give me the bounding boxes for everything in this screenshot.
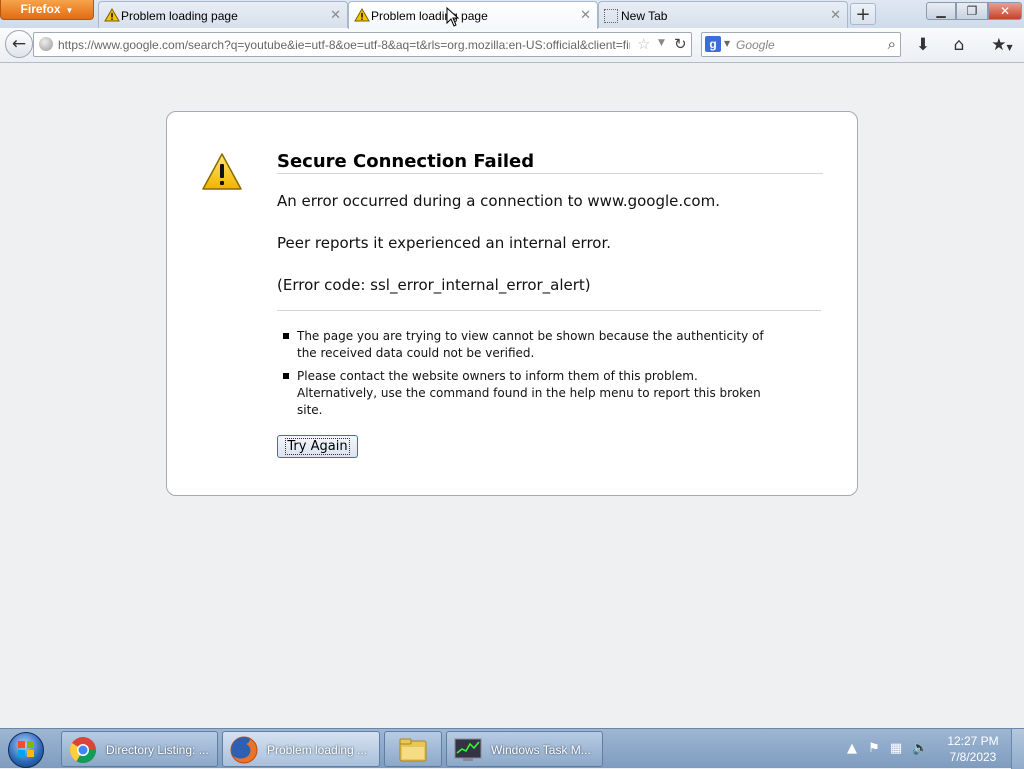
error-panel: Secure Connection Failed An error occurr… bbox=[166, 111, 858, 496]
url-text[interactable]: https://www.google.com/search?q=youtube&… bbox=[58, 38, 630, 52]
content-divider bbox=[277, 310, 821, 311]
close-icon[interactable]: ✕ bbox=[330, 7, 341, 23]
bullet-icon bbox=[283, 373, 289, 379]
taskbar-item-task-manager[interactable]: Windows Task M... bbox=[446, 731, 603, 767]
tab-bar: Firefox ▼ Problem loading page ✕ Problem … bbox=[0, 0, 1024, 29]
warning-icon bbox=[202, 153, 242, 190]
action-center-icon[interactable]: ⚑ bbox=[866, 741, 882, 757]
search-input[interactable]: Google bbox=[736, 38, 775, 52]
mouse-cursor-icon bbox=[446, 7, 460, 27]
reload-icon[interactable]: ↻ bbox=[674, 35, 687, 53]
firefox-menu-label: Firefox bbox=[20, 2, 61, 16]
taskbar-item-label: Windows Task M... bbox=[491, 743, 591, 757]
show-hidden-icons-icon[interactable]: ▲ bbox=[844, 741, 860, 757]
warning-icon bbox=[354, 8, 370, 22]
tab-label: New Tab bbox=[621, 9, 668, 23]
network-icon[interactable]: ▦ bbox=[888, 741, 904, 757]
window-close-button[interactable]: ✕ bbox=[988, 2, 1022, 20]
search-bar[interactable]: g ▼ Google ⌕ bbox=[701, 32, 901, 57]
clock[interactable]: 12:27 PM 7/8/2023 bbox=[942, 733, 1004, 765]
error-message-host: An error occurred during a connection to… bbox=[277, 192, 720, 210]
tab-label: Problem loading page bbox=[121, 9, 238, 23]
restore-button[interactable]: ❐ bbox=[956, 2, 988, 20]
list-item-text: The page you are trying to view cannot b… bbox=[297, 329, 764, 360]
google-logo-icon[interactable]: g bbox=[705, 36, 721, 52]
taskbar-item-label: Directory Listing: ... bbox=[106, 743, 209, 757]
taskbar-item-label: Problem loading ... bbox=[267, 743, 368, 757]
firefox-menu-button[interactable]: Firefox ▼ bbox=[0, 0, 94, 20]
error-title: Secure Connection Failed bbox=[277, 151, 535, 172]
windows-taskbar: Directory Listing: ... Problem loading .… bbox=[0, 728, 1024, 769]
tab-problem-loading-1[interactable]: Problem loading page ✕ bbox=[98, 1, 348, 28]
task-manager-icon bbox=[454, 738, 482, 761]
url-bar[interactable]: https://www.google.com/search?q=youtube&… bbox=[33, 32, 692, 57]
history-dropdown-icon[interactable]: ▼ bbox=[658, 38, 665, 48]
firefox-icon bbox=[230, 736, 258, 764]
clock-date: 7/8/2023 bbox=[949, 750, 997, 764]
windows-logo-icon bbox=[18, 741, 34, 757]
taskbar-item-chrome[interactable]: Directory Listing: ... bbox=[61, 731, 218, 767]
search-icon[interactable]: ⌕ bbox=[888, 35, 896, 53]
try-again-button[interactable]: Try Again bbox=[277, 435, 358, 458]
tab-label: Problem loading page bbox=[371, 9, 488, 23]
minimize-button[interactable]: ▁ bbox=[926, 2, 956, 20]
volume-muted-icon[interactable]: 🔈 bbox=[912, 741, 928, 757]
back-button[interactable]: ← bbox=[5, 30, 33, 58]
show-desktop-button[interactable] bbox=[1011, 729, 1024, 769]
globe-icon bbox=[39, 37, 53, 51]
start-button[interactable] bbox=[5, 730, 49, 768]
error-code: (Error code: ssl_error_internal_error_al… bbox=[277, 276, 591, 294]
page-content: Secure Connection Failed An error occurr… bbox=[0, 63, 1024, 728]
title-divider bbox=[277, 173, 823, 174]
system-tray: ▲ ⚑ ▦ 🔈 12:27 PM 7/8/2023 bbox=[840, 729, 1024, 769]
navigation-toolbar: ← https://www.google.com/search?q=youtub… bbox=[0, 28, 1024, 63]
close-icon[interactable]: ✕ bbox=[580, 7, 591, 23]
taskbar-item-firefox[interactable]: Problem loading ... bbox=[222, 731, 380, 767]
bookmark-star-icon[interactable]: ☆ bbox=[637, 35, 650, 53]
back-arrow-icon: ← bbox=[11, 34, 27, 54]
list-item-text: Please contact the website owners to inf… bbox=[297, 369, 761, 417]
search-engine-dropdown-icon[interactable]: ▼ bbox=[724, 39, 730, 48]
tab-new-tab[interactable]: New Tab ✕ bbox=[598, 1, 848, 28]
folder-icon bbox=[399, 738, 427, 762]
taskbar-item-explorer[interactable] bbox=[384, 731, 442, 767]
close-icon[interactable]: ✕ bbox=[830, 7, 841, 23]
warning-icon bbox=[104, 8, 120, 22]
error-message-peer: Peer reports it experienced an internal … bbox=[277, 234, 612, 252]
tab-problem-loading-2[interactable]: Problem loading page ✕ bbox=[348, 1, 598, 29]
chrome-icon bbox=[69, 737, 97, 764]
downloads-icon[interactable]: ⬇ bbox=[910, 33, 936, 57]
new-tab-button[interactable]: + bbox=[850, 3, 876, 25]
bullet-icon bbox=[283, 333, 289, 339]
bookmarks-menu-icon[interactable]: ★▼ bbox=[984, 33, 1020, 57]
blank-page-icon bbox=[604, 9, 618, 23]
chevron-down-icon: ▼ bbox=[65, 6, 74, 15]
try-again-label: Try Again bbox=[285, 438, 350, 455]
clock-time: 12:27 PM bbox=[947, 734, 999, 748]
home-icon[interactable]: ⌂ bbox=[946, 33, 972, 57]
